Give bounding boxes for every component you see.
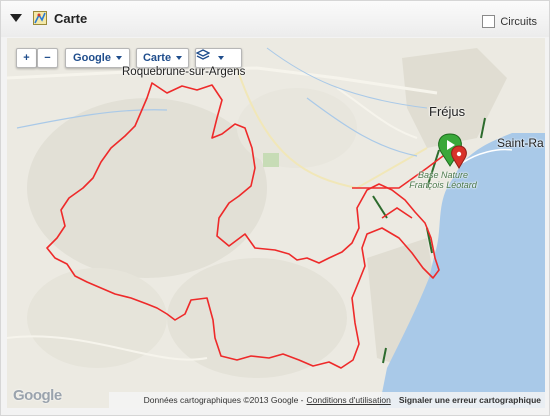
poi-label-base-nature: Base Nature François Léotard xyxy=(409,170,477,190)
circuits-label: Circuits xyxy=(500,15,537,28)
chevron-down-icon xyxy=(115,56,122,60)
map-graphic xyxy=(7,47,545,408)
terms-link[interactable]: Conditions d'utilisation xyxy=(307,395,391,405)
layers-dropdown[interactable] xyxy=(195,48,242,68)
map-canvas[interactable]: + − Google Carte Roquebrune-sur-Argens F… xyxy=(7,38,545,408)
place-label-saint-raphael: Saint-Ra xyxy=(497,136,544,150)
layers-icon xyxy=(196,49,210,60)
map-data-attribution: Données cartographiques ©2013 Google - xyxy=(143,395,304,405)
panel-header: Carte Circuits xyxy=(1,1,549,37)
map-provider-dropdown[interactable]: Google xyxy=(65,48,130,68)
zoom-in-button[interactable]: + xyxy=(16,48,37,68)
report-error-link[interactable]: Signaler une erreur cartographique xyxy=(399,395,541,405)
place-label-roquebrune: Roquebrune-sur-Argens xyxy=(122,66,246,78)
circuits-checkbox[interactable] xyxy=(482,15,496,28)
map-panel: Carte Circuits + − Google Carte Roquebru… xyxy=(0,0,550,416)
circuits-toggle[interactable]: Circuits xyxy=(482,15,537,28)
collapse-triangle-icon[interactable] xyxy=(10,14,22,22)
google-logo[interactable]: Google xyxy=(13,387,62,404)
chevron-down-icon xyxy=(176,56,183,60)
panel-title: Carte xyxy=(54,11,88,26)
map-type-dropdown[interactable]: Carte xyxy=(136,48,189,68)
zoom-out-button[interactable]: − xyxy=(37,48,58,68)
map-attribution-bar: Données cartographiques ©2013 Google - C… xyxy=(109,392,545,408)
chevron-down-icon xyxy=(218,56,224,60)
map-icon xyxy=(33,11,47,25)
place-label-frejus: Fréjus xyxy=(429,104,466,119)
